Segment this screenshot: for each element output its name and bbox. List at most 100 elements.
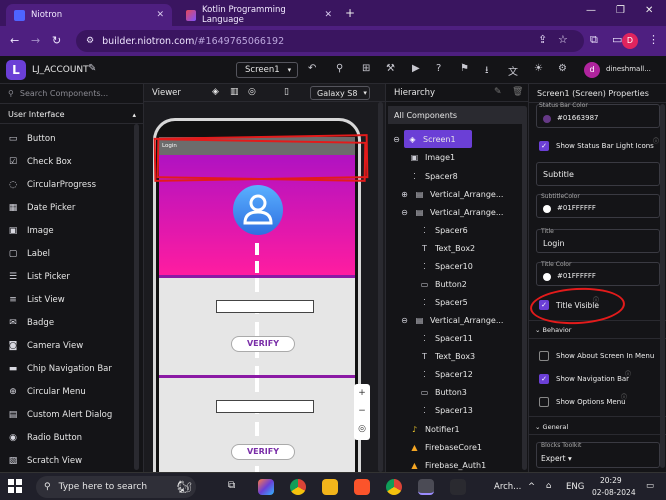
palette-item-custom-alert-dialog[interactable]: ▤ Custom Alert Dialog	[0, 405, 136, 425]
collapse-circle-icon[interactable]: ⊖	[400, 208, 409, 217]
language-indicator[interactable]: ENG	[566, 482, 584, 492]
build-icon[interactable]: ⚑	[460, 63, 469, 74]
user-name[interactable]: dineshmall...	[606, 65, 651, 73]
settings-gear-icon[interactable]: ⚙	[558, 63, 567, 74]
viewer-scrollbar[interactable]	[378, 102, 383, 472]
component-search-input[interactable]: ⚲ Search Components...	[0, 84, 144, 104]
sidebar-icon[interactable]: ▭	[612, 33, 622, 46]
chrome-profile-icon[interactable]	[386, 479, 402, 495]
verify-button-2[interactable]: VERIFY	[231, 444, 295, 460]
download-icon[interactable]: ⭳	[485, 63, 489, 80]
hierarchy-item-spacer10[interactable]: ⁚ Spacer10	[420, 257, 473, 275]
back-icon[interactable]: ←	[10, 34, 19, 47]
show-status-bar-light-icons-checkbox[interactable]: ✓	[539, 141, 549, 151]
hierarchy-item-vertical-arrangement-b[interactable]: ⊖ ▤ Vertical_Arrange...	[400, 203, 503, 221]
chrome-icon[interactable]	[290, 479, 306, 495]
menu-kebab-icon[interactable]: ⋮	[648, 33, 659, 46]
palette-item-chip-navigation-bar[interactable]: ▬ Chip Navigation Bar	[0, 359, 136, 379]
behavior-section-header[interactable]: ⌄ Behavior	[535, 326, 571, 334]
palette-item-badge[interactable]: ✉ Badge	[0, 313, 136, 333]
windows-start-icon[interactable]	[8, 479, 22, 493]
layers-icon[interactable]: ◈	[212, 87, 219, 97]
hierarchy-item-vertical-arrangement-c[interactable]: ⊖ ▤ Vertical_Arrange...	[400, 311, 503, 329]
delete-trash-icon[interactable]: 🗑	[512, 87, 523, 97]
hierarchy-item-text-box2[interactable]: T Text_Box2	[420, 239, 475, 257]
hierarchy-item-spacer6[interactable]: ⁚ Spacer6	[420, 221, 468, 239]
taskbar-search-input[interactable]: ⚲ Type here to search 🐿	[36, 476, 196, 498]
bookmark-star-icon[interactable]: ☆	[558, 33, 568, 46]
palette-item-circular-menu[interactable]: ⊕ Circular Menu	[0, 382, 136, 402]
hierarchy-item-button3[interactable]: ▭ Button3	[420, 383, 467, 401]
palette-item-image[interactable]: ▣ Image	[0, 221, 136, 241]
clock-date[interactable]: 02-08-2024	[592, 488, 636, 497]
hierarchy-item-firebasecore1[interactable]: ▲ FirebaseCore1	[410, 438, 482, 456]
hierarchy-item-spacer5[interactable]: ⁚ Spacer5	[420, 293, 468, 311]
hierarchy-item-spacer12[interactable]: ⁚ Spacer12	[420, 365, 473, 383]
visibility-icon[interactable]: ◎	[248, 87, 256, 97]
site-info-icon[interactable]: ⚙	[86, 36, 94, 46]
hierarchy-item-spacer8[interactable]: ⁚ Spacer8	[410, 167, 458, 185]
profile-avatar[interactable]: D	[622, 33, 638, 49]
file-explorer-icon[interactable]	[322, 479, 338, 495]
palette-item-camera-view[interactable]: ◙ Camera View	[0, 336, 136, 356]
general-section-header[interactable]: ⌄ General	[535, 423, 568, 431]
rename-pencil-icon[interactable]: ✎	[494, 87, 502, 97]
theme-toggle-icon[interactable]: ☀	[534, 63, 543, 74]
text-box-2[interactable]	[216, 300, 314, 313]
gallery-icon[interactable]: ▥	[230, 87, 239, 97]
undo-icon[interactable]: ↶	[308, 63, 316, 74]
play-icon[interactable]: ▶	[412, 63, 420, 74]
url-field[interactable]: ⚙ builder.niotron.com/#1649765066192	[76, 30, 584, 52]
hierarchy-item-spacer13[interactable]: ⁚ Spacer13	[420, 401, 473, 419]
palette-item-button[interactable]: ▭ Button	[0, 129, 136, 149]
blocks-icon[interactable]: ⚲	[336, 63, 343, 74]
palette-item-list-picker[interactable]: ☰ List Picker	[0, 267, 136, 287]
network-icon[interactable]: ⌂	[546, 481, 551, 491]
device-dropdown[interactable]: Galaxy S8 ▾	[310, 86, 370, 100]
minimize-icon[interactable]: —	[586, 5, 596, 16]
close-tab-icon[interactable]: ✕	[156, 10, 164, 20]
hierarchy-item-screen1[interactable]: ◈ Screen1	[404, 130, 472, 148]
user-profile-icon[interactable]	[233, 185, 283, 235]
palette-item-check-box[interactable]: ☑ Check Box	[0, 152, 136, 172]
edit-pencil-icon[interactable]: ✎	[88, 63, 96, 74]
expand-circle-icon[interactable]: ⊕	[400, 190, 409, 199]
show-navigation-bar-checkbox[interactable]: ✓	[539, 374, 549, 384]
chrome-active-icon[interactable]	[418, 479, 434, 495]
tools-icon[interactable]: ⚒	[386, 63, 395, 74]
brave-icon[interactable]	[354, 479, 370, 495]
screen-dropdown[interactable]: Screen1 ▾	[236, 62, 298, 78]
palette-item-circular-progress[interactable]: ◌ CircularProgress	[0, 175, 136, 195]
tablet-toggle-icon[interactable]: ▯	[284, 87, 289, 97]
zoom-out-icon[interactable]: −	[354, 402, 370, 420]
copilot-icon[interactable]	[258, 479, 274, 495]
clock-time[interactable]: 20:29	[600, 476, 622, 485]
tab-kotlin[interactable]: Kotlin Programming Language ✕	[178, 4, 340, 26]
palette-item-radio-button[interactable]: ◉ Radio Button	[0, 428, 136, 448]
notifications-icon[interactable]: ▭	[646, 481, 654, 491]
task-view-icon[interactable]: ⧉	[228, 480, 235, 491]
arch-app-icon[interactable]	[450, 479, 466, 495]
new-tab-button[interactable]: +	[345, 6, 355, 20]
share-icon[interactable]: ⇪	[538, 33, 547, 46]
collapse-circle-icon[interactable]: ⊖	[400, 316, 409, 325]
forward-icon[interactable]: →	[31, 34, 40, 47]
eye-off-icon[interactable]: ◎	[354, 420, 370, 438]
palette-item-date-picker[interactable]: ▦ Date Picker	[0, 198, 136, 218]
zoom-in-icon[interactable]: +	[354, 384, 370, 402]
properties-scrollbar[interactable]	[660, 104, 665, 468]
category-user-interface[interactable]: User Interface ▴	[0, 106, 144, 124]
restore-icon[interactable]: ❐	[616, 5, 625, 16]
text-box-3[interactable]	[216, 400, 314, 413]
translate-icon[interactable]: 文	[508, 63, 518, 78]
reload-icon[interactable]: ↻	[52, 34, 61, 47]
info-icon[interactable]: ⓘ	[653, 136, 659, 145]
info-icon[interactable]: ⓘ	[625, 369, 631, 378]
arch-app-label[interactable]: Arch...	[494, 482, 521, 492]
hierarchy-item-vertical-arrangement-a[interactable]: ⊕ ▤ Vertical_Arrange...	[400, 185, 503, 203]
hierarchy-item-notifier1[interactable]: ♪ Notifier1	[410, 420, 460, 438]
extensions-icon[interactable]: ⧉	[590, 33, 598, 47]
verify-button-1[interactable]: VERIFY	[231, 336, 295, 352]
close-window-icon[interactable]: ✕	[645, 5, 653, 16]
hierarchy-item-spacer11[interactable]: ⁚ Spacer11	[420, 329, 473, 347]
